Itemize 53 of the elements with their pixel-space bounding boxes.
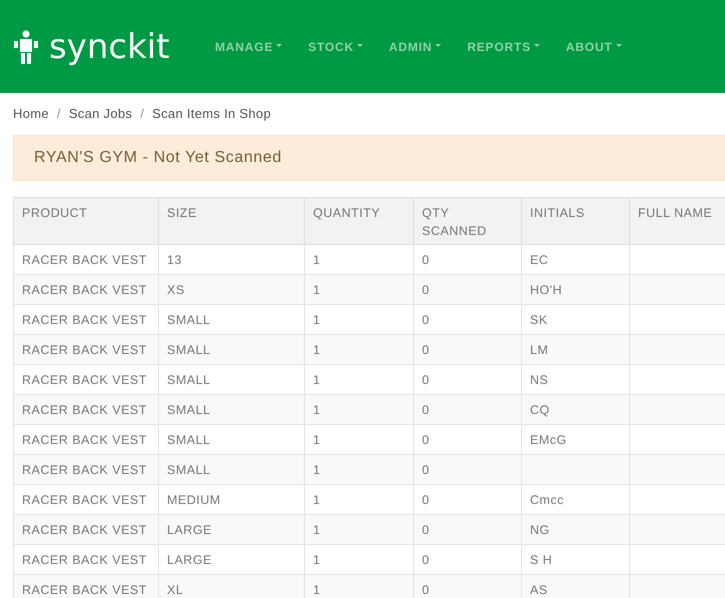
table-cell: HO'H — [522, 274, 630, 304]
nav-menu-link[interactable]: REPORTS — [467, 40, 552, 54]
table-cell: 0 — [414, 394, 522, 424]
caret-icon — [534, 44, 540, 47]
status-alert: RYAN'S GYM - Not Yet Scanned — [13, 135, 725, 181]
breadcrumb-separator: / — [140, 106, 144, 121]
table-cell: RACER BACK VEST — [14, 334, 158, 364]
table-cell: 1 — [304, 394, 414, 424]
table-cell: 1 — [304, 274, 414, 304]
table-cell: 0 — [414, 334, 522, 364]
column-header: INITIALS — [522, 198, 630, 244]
table-cell: SMALL — [158, 394, 304, 424]
table-cell: NG — [522, 514, 630, 544]
table-cell: XS — [158, 274, 304, 304]
table-cell: LM — [522, 334, 630, 364]
breadcrumb-separator: / — [56, 106, 61, 121]
breadcrumb-link[interactable]: Home — [13, 106, 49, 121]
table-cell: LARGE — [158, 514, 304, 544]
table-cell: RACER BACK VEST — [14, 574, 158, 598]
caret-icon — [616, 44, 622, 47]
table-cell: RACER BACK VEST — [14, 514, 158, 544]
nav-menu-link[interactable]: STOCK — [308, 40, 375, 54]
table-cell: 0 — [414, 514, 522, 544]
nav-menu-link[interactable]: ADMIN — [388, 40, 454, 54]
breadcrumb-link[interactable]: Scan Items In Shop — [152, 106, 271, 121]
table-cell: 0 — [414, 274, 522, 304]
table-cell: 1 — [304, 514, 414, 544]
figure-icon — [13, 30, 39, 64]
caret-icon — [356, 44, 363, 47]
column-header: SIZE — [158, 198, 304, 244]
table-cell: XL — [158, 574, 304, 598]
caret-icon — [276, 44, 282, 47]
column-header: QTY SCANNED — [414, 198, 522, 244]
table-cell: 0 — [414, 574, 522, 598]
table-cell: AS — [522, 574, 630, 598]
column-header: PRODUCT — [14, 198, 158, 244]
table-cell: SMALL — [158, 334, 304, 364]
table-cell: CQ — [522, 394, 630, 424]
table-cell: RACER BACK VEST — [14, 394, 158, 424]
table-cell: SMALL — [158, 454, 304, 484]
nav-menu-link[interactable]: MANAGE — [215, 40, 294, 54]
table-cell: RACER BACK VEST — [14, 454, 158, 484]
caret-icon — [435, 44, 442, 47]
table-cell: 0 — [414, 454, 522, 484]
breadcrumb-link[interactable]: Scan Jobs — [68, 106, 132, 121]
column-header: FULL NAME — [630, 198, 725, 244]
table-cell: 1 — [304, 334, 414, 364]
table-cell: RACER BACK VEST — [14, 274, 158, 304]
column-header: QUANTITY — [304, 198, 414, 244]
logo-text[interactable]: synckit — [49, 30, 170, 64]
nav-menu-link[interactable]: ABOUT — [566, 40, 634, 54]
table-cell: 1 — [304, 574, 414, 598]
table-cell: 1 — [304, 454, 414, 484]
